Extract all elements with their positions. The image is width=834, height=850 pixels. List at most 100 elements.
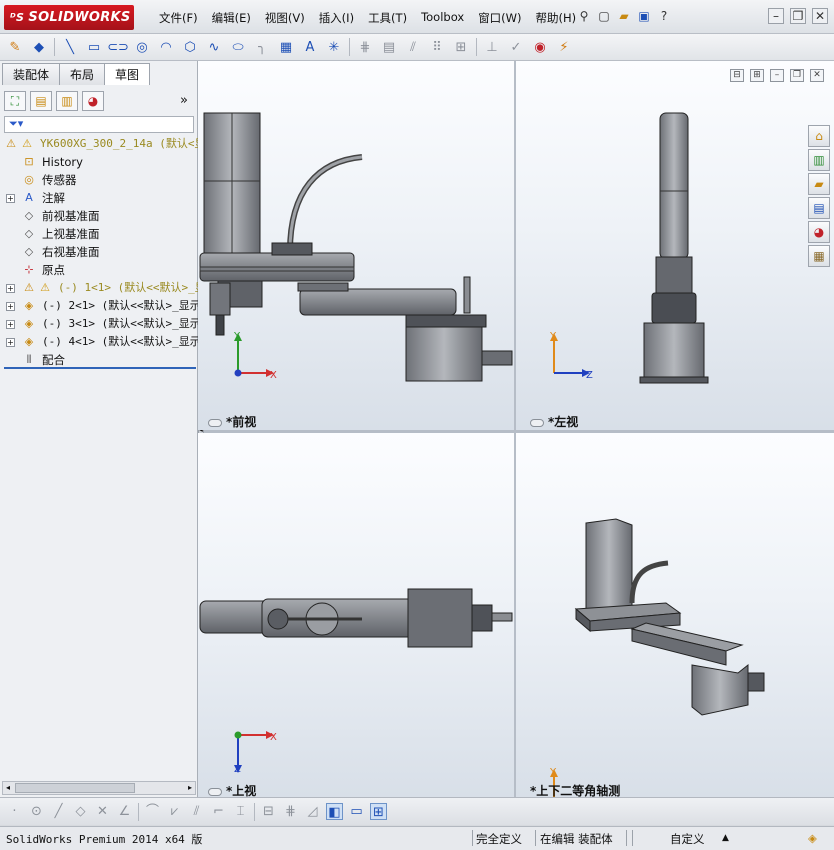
tree-item[interactable]: ⚠ ⚠ YK600XG_300_2_14a (默认<显 bbox=[0, 135, 198, 153]
move-icon[interactable]: ⊞ bbox=[452, 38, 470, 56]
horizontal-scrollbar[interactable]: ◂ ▸ bbox=[2, 781, 196, 795]
tab-assembly[interactable]: 装配体 bbox=[2, 63, 61, 85]
tree-item[interactable]: ◇ 上视基准面 bbox=[0, 225, 198, 243]
menu-help[interactable]: 帮助(H) bbox=[529, 8, 584, 28]
linear-pattern-icon[interactable]: ⠿ bbox=[428, 38, 446, 56]
viewport-front[interactable]: Y X *前视 bbox=[198, 61, 514, 430]
tree-item[interactable]: + ◈ (-) 2<1> (默认<<默认>_显示 bbox=[0, 297, 198, 315]
display-relations-icon[interactable]: ⊥ bbox=[483, 38, 501, 56]
polygon-icon[interactable]: ◇ bbox=[72, 803, 89, 820]
corner-icon[interactable]: ⌐ bbox=[210, 803, 227, 820]
display-manager-icon[interactable]: ◕ bbox=[82, 91, 104, 111]
expand-icon[interactable]: + bbox=[6, 338, 15, 347]
arc-icon[interactable]: ◠ bbox=[157, 38, 175, 56]
offset-icon[interactable]: ▦ bbox=[277, 38, 295, 56]
smart-dimension-icon[interactable]: ✎ bbox=[6, 38, 24, 56]
chamfer-icon[interactable]: ⩗ bbox=[166, 803, 183, 820]
cross-icon[interactable]: ✕ bbox=[94, 803, 111, 820]
tree-filter-input[interactable]: ⏷▾ bbox=[4, 116, 194, 133]
menu-file[interactable]: 文件(F) bbox=[152, 8, 205, 28]
viewport-restore-icon[interactable]: ❐ bbox=[790, 69, 804, 82]
fillet-icon[interactable]: ╮ bbox=[253, 38, 271, 56]
home-icon[interactable]: ⌂ bbox=[808, 125, 830, 147]
point-icon[interactable]: ✳ bbox=[325, 38, 343, 56]
viewport-close-icon[interactable]: ✕ bbox=[810, 69, 824, 82]
sketch-icon[interactable]: ◆ bbox=[30, 38, 48, 56]
expand-icon[interactable]: + bbox=[6, 284, 15, 293]
tree-item[interactable]: + ⚠ ⚠ (-) 1<1> (默认<<默认>_显 bbox=[0, 279, 198, 297]
quick-snaps-icon[interactable]: ◉ bbox=[531, 38, 549, 56]
window-four-icon[interactable]: ⊞ bbox=[370, 803, 387, 820]
tab-sketch[interactable]: 草图 bbox=[104, 63, 151, 85]
sketch-fillet-icon[interactable]: ⌒ bbox=[144, 803, 161, 820]
viewport-isometric[interactable]: Y X *上下二等角轴测 bbox=[516, 433, 834, 797]
link-views-icon[interactable]: ⊟ bbox=[730, 69, 744, 82]
design-library-icon[interactable]: ▥ bbox=[808, 149, 830, 171]
menu-tools[interactable]: 工具(T) bbox=[361, 8, 414, 28]
restore-icon[interactable]: ❐ bbox=[790, 8, 806, 24]
grid-icon[interactable]: ⋕ bbox=[282, 803, 299, 820]
repair-icon[interactable]: ✓ bbox=[507, 38, 525, 56]
file-explorer-icon[interactable]: ▰ bbox=[808, 173, 830, 195]
feature-manager-icon[interactable]: ⛶ bbox=[4, 91, 26, 111]
split-view-icon[interactable]: ⊞ bbox=[750, 69, 764, 82]
view-palette-icon[interactable]: ▤ bbox=[808, 197, 830, 219]
convert-icon[interactable]: ▤ bbox=[380, 38, 398, 56]
ruler-icon[interactable]: ⊟ bbox=[260, 803, 277, 820]
tree-item[interactable]: ◇ 前视基准面 bbox=[0, 207, 198, 225]
menu-insert[interactable]: 插入(I) bbox=[312, 8, 361, 28]
circle-icon[interactable]: ⊙ bbox=[28, 803, 45, 820]
viewport-left[interactable]: ⊟ ⊞ – ❐ ✕ Y Z ⌂ ▥ ▰ ▤ ◕ ▦ *左视 bbox=[516, 61, 834, 430]
pin-icon[interactable]: ⚲ bbox=[576, 8, 592, 24]
expand-icon[interactable]: + bbox=[6, 320, 15, 329]
tree-item[interactable]: + ◈ (-) 3<1> (默认<<默认>_显示 bbox=[0, 315, 198, 333]
units-caret-icon[interactable]: ▲ bbox=[722, 833, 729, 843]
viewport-minimize-icon[interactable]: – bbox=[770, 69, 784, 82]
menu-edit[interactable]: 编辑(E) bbox=[205, 8, 258, 28]
centerline-icon[interactable]: ⫽ bbox=[188, 803, 205, 820]
status-units[interactable]: 自定义 bbox=[670, 831, 705, 847]
minimize-icon[interactable]: – bbox=[768, 8, 784, 24]
menu-toolbox[interactable]: Toolbox bbox=[414, 8, 471, 28]
rapid-sketch-icon[interactable]: ⚡ bbox=[555, 38, 573, 56]
tree-item[interactable]: ⊡ History bbox=[0, 153, 198, 171]
expand-icon[interactable]: + bbox=[6, 194, 15, 203]
trim-icon[interactable]: ⋕ bbox=[356, 38, 374, 56]
line-icon[interactable]: ╲ bbox=[61, 38, 79, 56]
open-icon[interactable]: ▰ bbox=[616, 8, 632, 24]
scroll-thumb[interactable] bbox=[15, 783, 135, 793]
rectangle-icon[interactable]: ▭ bbox=[85, 38, 103, 56]
spline-icon[interactable]: ∿ bbox=[205, 38, 223, 56]
chevron-right-icon[interactable]: » bbox=[180, 93, 188, 108]
line-icon[interactable]: ╱ bbox=[50, 803, 67, 820]
scroll-left-icon[interactable]: ◂ bbox=[3, 782, 13, 794]
tree-item[interactable]: ⊹ 原点 bbox=[0, 261, 198, 279]
expand-icon[interactable]: + bbox=[6, 302, 15, 311]
tree-item[interactable]: + ◈ (-) 4<1> (默认<<默认>_显示 bbox=[0, 333, 198, 351]
save-icon[interactable]: ▣ bbox=[636, 8, 652, 24]
rebuild-icon[interactable]: ◈ bbox=[808, 831, 817, 845]
custom-properties-icon[interactable]: ▦ bbox=[808, 245, 830, 267]
viewport-top[interactable]: X Z *上视 bbox=[198, 433, 514, 797]
menu-window[interactable]: 窗口(W) bbox=[471, 8, 528, 28]
text-icon[interactable]: A bbox=[301, 38, 319, 56]
plane-icon[interactable]: ◿ bbox=[304, 803, 321, 820]
appearances-icon[interactable]: ◕ bbox=[808, 221, 830, 243]
rollback-bar[interactable] bbox=[4, 367, 196, 369]
new-document-icon[interactable]: ▢ bbox=[596, 8, 612, 24]
window-single-icon[interactable]: ▭ bbox=[348, 803, 365, 820]
polygon-icon[interactable]: ⬡ bbox=[181, 38, 199, 56]
help-icon[interactable]: ? bbox=[656, 8, 672, 24]
configuration-manager-icon[interactable]: ▥ bbox=[56, 91, 78, 111]
graphics-area[interactable]: ◂◂ bbox=[198, 61, 834, 797]
solidworks-logo[interactable]: ᴰS SOLIDWORKS bbox=[4, 5, 134, 30]
tree-item[interactable]: + A 注解 bbox=[0, 189, 198, 207]
close-icon[interactable]: ✕ bbox=[812, 8, 828, 24]
menu-view[interactable]: 视图(V) bbox=[258, 8, 312, 28]
angle-icon[interactable]: ∠ bbox=[116, 803, 133, 820]
ellipse-icon[interactable]: ⬭ bbox=[229, 38, 247, 56]
tab-layout[interactable]: 布局 bbox=[59, 63, 106, 85]
tree-item[interactable]: ◎ 传感器 bbox=[0, 171, 198, 189]
circle-icon[interactable]: ◎ bbox=[133, 38, 151, 56]
dimension-icon[interactable]: ⌶ bbox=[232, 803, 249, 820]
